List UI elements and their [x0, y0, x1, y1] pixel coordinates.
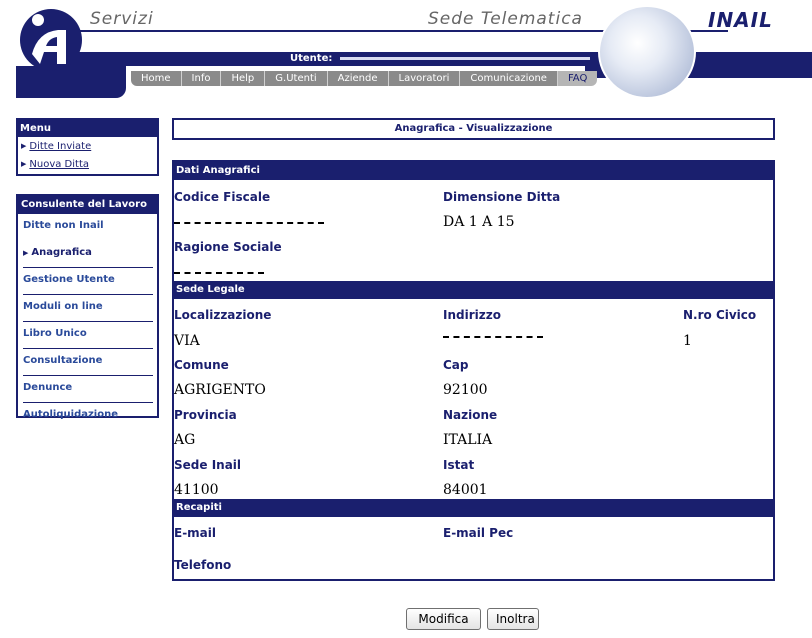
email-label: E-mail — [174, 526, 217, 540]
user-name-redacted — [339, 56, 590, 60]
dimensione-ditta-value: DA 1 A 15 — [443, 214, 515, 230]
ragione-sociale-value-redacted — [174, 268, 264, 274]
codice-fiscale-value-redacted — [174, 218, 324, 224]
dimensione-ditta-label: Dimensione Ditta — [443, 190, 561, 204]
menu-link-ditte-inviate[interactable]: Ditte Inviate — [29, 141, 91, 152]
user-label: Utente: — [290, 53, 333, 64]
sidebar-item-denunce[interactable]: Denunce — [18, 376, 157, 403]
sidebar-item-ditte-non-inail[interactable]: Ditte non Inail — [18, 214, 157, 241]
sidebar-item-gestione-utente[interactable]: Gestione Utente — [18, 268, 157, 295]
section-recapiti: Recapiti — [174, 499, 773, 517]
email-pec-label: E-mail Pec — [443, 526, 514, 540]
nav-comunicazione[interactable]: Comunicazione — [460, 71, 558, 86]
nav-info[interactable]: Info — [181, 71, 222, 86]
nav-faq[interactable]: FAQ — [557, 71, 598, 86]
section-dati-anagrafici: Dati Anagrafici — [174, 162, 773, 180]
header-photo — [598, 5, 696, 99]
inail-logo-icon — [20, 9, 82, 71]
triangle-right-icon: ▶ — [23, 249, 29, 257]
menu-link-nuova-ditta[interactable]: Nuova Ditta — [29, 159, 89, 170]
user-info: Utente: — [290, 52, 590, 66]
section-sede-legale: Sede Legale — [174, 281, 773, 299]
localizzazione-value: VIA — [174, 333, 200, 349]
comune-label: Comune — [174, 358, 229, 372]
localizzazione-label: Localizzazione — [174, 308, 272, 322]
nav-aziende[interactable]: Aziende — [327, 71, 389, 86]
sede-inail-label: Sede Inail — [174, 458, 242, 472]
top-nav: Home Info Help G.Utenti Aziende Lavorato… — [131, 71, 598, 86]
header: Servizi Sede Telematica Utente: INAIL Ho… — [0, 0, 812, 102]
header-servizi-title: Servizi — [90, 9, 154, 29]
nav-lavoratori[interactable]: Lavoratori — [388, 71, 461, 86]
inoltra-button[interactable]: Inoltra — [487, 608, 539, 630]
sede-inail-value: 41100 — [174, 482, 219, 498]
sidebar-item-consultazione[interactable]: Consultazione — [18, 349, 157, 376]
civico-value: 1 — [683, 333, 692, 349]
anagrafica-panel: Dati Anagrafici Codice Fiscale Dimension… — [172, 160, 775, 581]
nazione-label: Nazione — [443, 408, 498, 422]
sidebar-item-anagrafica[interactable]: ▶ Anagrafica — [18, 241, 157, 268]
cap-label: Cap — [443, 358, 469, 372]
menu-item-ditte-inviate[interactable]: ▶ Ditte Inviate — [18, 137, 157, 155]
telefono-label: Telefono — [174, 558, 232, 572]
consulente-box: Consulente del Lavoro Ditte non Inail ▶ A… — [16, 194, 159, 420]
sidebar-item-moduli-on-line[interactable]: Moduli on line — [18, 295, 157, 322]
provincia-label: Provincia — [174, 408, 237, 422]
consulente-title: Consulente del Lavoro — [18, 196, 157, 214]
page-title: Anagrafica - Visualizzazione — [172, 118, 775, 140]
nazione-value: ITALIA — [443, 432, 493, 448]
menu-box: Menu ▶ Ditte Inviate ▶ Nuova Ditta — [16, 118, 159, 176]
comune-value: AGRIGENTO — [174, 382, 266, 398]
codice-fiscale-label: Codice Fiscale — [174, 190, 271, 204]
triangle-right-icon: ▶ — [21, 160, 27, 168]
civico-label: N.ro Civico — [683, 308, 757, 322]
cap-value: 92100 — [443, 382, 488, 398]
provincia-value: AG — [174, 432, 196, 448]
nav-home[interactable]: Home — [131, 71, 182, 86]
inail-brand: INAIL — [708, 8, 773, 32]
indirizzo-label: Indirizzo — [443, 308, 501, 322]
menu-title: Menu — [18, 120, 157, 137]
triangle-right-icon: ▶ — [21, 142, 27, 150]
modifica-button[interactable]: Modifica — [406, 608, 481, 630]
menu-item-nuova-ditta[interactable]: ▶ Nuova Ditta — [18, 155, 157, 173]
nav-help[interactable]: Help — [221, 71, 266, 86]
ragione-sociale-label: Ragione Sociale — [174, 240, 282, 254]
sidebar-item-libro-unico[interactable]: Libro Unico — [18, 322, 157, 349]
header-sede-title: Sede Telematica — [428, 9, 583, 29]
istat-label: Istat — [443, 458, 475, 472]
sidebar-item-autoliquidazione[interactable]: Autoliquidazione — [18, 403, 157, 430]
sidebar-item-label: Anagrafica — [31, 247, 92, 258]
istat-value: 84001 — [443, 482, 488, 498]
indirizzo-value-redacted — [443, 332, 543, 338]
nav-g-utenti[interactable]: G.Utenti — [265, 71, 328, 86]
